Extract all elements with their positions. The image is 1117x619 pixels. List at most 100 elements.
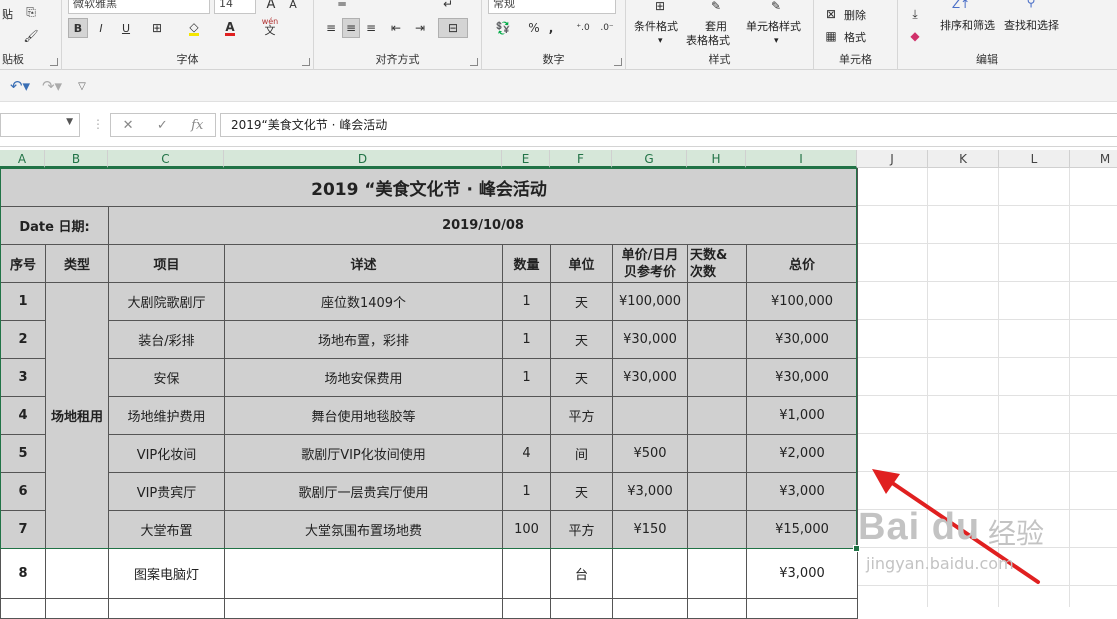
date-label[interactable]: Date 日期: <box>0 206 109 245</box>
cancel-icon[interactable]: ✕ <box>123 118 134 133</box>
column-header-f[interactable]: F <box>550 150 612 168</box>
row-detail[interactable]: 歌剧厅VIP化妆间使用 <box>224 434 503 473</box>
name-box-dropdown-icon[interactable]: ▼ <box>66 117 73 127</box>
row-days[interactable] <box>687 396 747 435</box>
row-no[interactable]: 5 <box>0 434 46 473</box>
shrink-font-button[interactable]: A <box>284 0 302 14</box>
conditional-format-button[interactable]: 条件格式 <box>634 18 678 34</box>
row-qty[interactable]: 1 <box>502 472 551 511</box>
row8-detail[interactable] <box>224 548 503 599</box>
column-header-g[interactable]: G <box>612 150 687 168</box>
row9-cell[interactable] <box>612 598 688 619</box>
row-total[interactable]: ¥2,000 <box>746 434 858 473</box>
row-no[interactable]: 4 <box>0 396 46 435</box>
decrease-indent-icon[interactable]: ⇤ <box>386 18 406 38</box>
enter-icon[interactable]: ✓ <box>157 118 168 133</box>
bold-button[interactable]: B <box>68 18 88 38</box>
row8-type[interactable] <box>45 548 109 599</box>
row-no[interactable]: 7 <box>0 510 46 549</box>
formula-input[interactable]: 2019“美食文化节 · 峰会活动 <box>220 113 1117 137</box>
header-qty[interactable]: 数量 <box>502 244 551 283</box>
row-days[interactable] <box>687 282 747 321</box>
row-qty[interactable]: 100 <box>502 510 551 549</box>
row-unit[interactable]: 天 <box>550 358 613 397</box>
header-detail[interactable]: 详述 <box>224 244 503 283</box>
date-value[interactable]: 2019/10/08 <box>108 206 858 245</box>
align-right-icon[interactable]: ≡ <box>362 18 380 38</box>
row9-cell[interactable] <box>687 598 747 619</box>
increase-indent-icon[interactable]: ⇥ <box>410 18 430 38</box>
row-price[interactable]: ¥30,000 <box>612 358 688 397</box>
italic-button[interactable]: I <box>92 18 110 38</box>
row-unit[interactable]: 间 <box>550 434 613 473</box>
underline-button[interactable]: U <box>114 18 138 38</box>
cell-styles-button[interactable]: 单元格样式 <box>746 18 801 34</box>
undo-icon[interactable]: ↶▾ <box>6 76 34 96</box>
column-header-b[interactable]: B <box>45 150 108 168</box>
clear-icon[interactable]: ◆ <box>904 26 926 46</box>
row-price[interactable]: ¥3,000 <box>612 472 688 511</box>
row9-cell[interactable] <box>746 598 858 619</box>
format-cells-button[interactable]: 格式 <box>844 29 866 45</box>
row-price[interactable]: ¥100,000 <box>612 282 688 321</box>
row-no[interactable]: 1 <box>0 282 46 321</box>
row-total[interactable]: ¥30,000 <box>746 320 858 359</box>
row8-item[interactable]: 图案电脑灯 <box>108 548 225 599</box>
row-item[interactable]: 大剧院歌剧厅 <box>108 282 225 321</box>
find-select-button[interactable]: 查找和选择 <box>1004 17 1059 33</box>
column-header-j[interactable]: J <box>857 150 928 168</box>
row-qty[interactable]: 4 <box>502 434 551 473</box>
row9-cell[interactable] <box>224 598 503 619</box>
row-days[interactable] <box>687 358 747 397</box>
header-type[interactable]: 类型 <box>45 244 109 283</box>
sheet-title[interactable]: 2019 “美食文化节 · 峰会活动 <box>0 168 858 207</box>
header-unit[interactable]: 单位 <box>550 244 613 283</box>
row-unit[interactable]: 天 <box>550 472 613 511</box>
row-unit[interactable]: 平方 <box>550 396 613 435</box>
row-no[interactable]: 6 <box>0 472 46 511</box>
header-total[interactable]: 总价 <box>746 244 858 283</box>
row-total[interactable]: ¥3,000 <box>746 472 858 511</box>
row-item[interactable]: 装台/彩排 <box>108 320 225 359</box>
row-detail[interactable]: 大堂氛围布置场地费 <box>224 510 503 549</box>
row-days[interactable] <box>687 472 747 511</box>
row-unit[interactable]: 天 <box>550 282 613 321</box>
font-size-select[interactable]: 14 <box>214 0 256 14</box>
column-header-a[interactable]: A <box>0 150 45 168</box>
format-painter-icon[interactable]: 🖌 <box>20 26 42 46</box>
align-center-icon[interactable]: ≡ <box>342 18 360 38</box>
wrap-text-icon[interactable]: ↵ <box>438 0 458 14</box>
row-days[interactable] <box>687 320 747 359</box>
row-qty[interactable]: 1 <box>502 282 551 321</box>
row9-cell[interactable] <box>502 598 551 619</box>
name-box[interactable]: ▼ <box>0 113 80 137</box>
row-qty[interactable]: 1 <box>502 358 551 397</box>
merge-center-icon[interactable]: ⊟ <box>438 18 468 38</box>
top-align-icon[interactable]: ═ <box>322 0 362 14</box>
paste-button[interactable]: 贴 <box>2 6 13 22</box>
row8-qty[interactable] <box>502 548 551 599</box>
phonetic-button[interactable]: wén 文 <box>252 16 288 36</box>
fill-down-icon[interactable]: ⤓ <box>904 4 926 24</box>
row9-cell[interactable] <box>108 598 225 619</box>
font-launcher-icon[interactable] <box>302 58 310 66</box>
font-color-icon[interactable]: A <box>214 18 246 38</box>
row9-cell[interactable] <box>0 598 46 619</box>
column-header-i[interactable]: I <box>746 150 857 168</box>
header-days[interactable]: 天数& 次数 <box>687 244 747 283</box>
clipboard-launcher-icon[interactable] <box>50 58 58 66</box>
row-days[interactable] <box>687 510 747 549</box>
header-item[interactable]: 项目 <box>108 244 225 283</box>
font-name-select[interactable]: 微软雅黑 <box>68 0 210 14</box>
row-price[interactable]: ¥500 <box>612 434 688 473</box>
row9-cell[interactable] <box>550 598 613 619</box>
copy-icon[interactable]: ⎘ <box>20 2 42 22</box>
decrease-decimal-icon[interactable]: .0⁻ <box>596 18 618 38</box>
row-item[interactable]: VIP贵宾厅 <box>108 472 225 511</box>
grow-font-button[interactable]: A <box>262 0 280 14</box>
row-total[interactable]: ¥1,000 <box>746 396 858 435</box>
row-unit[interactable]: 平方 <box>550 510 613 549</box>
header-no[interactable]: 序号 <box>0 244 46 283</box>
row-item[interactable]: VIP化妆间 <box>108 434 225 473</box>
delete-button[interactable]: 删除 <box>844 7 866 23</box>
